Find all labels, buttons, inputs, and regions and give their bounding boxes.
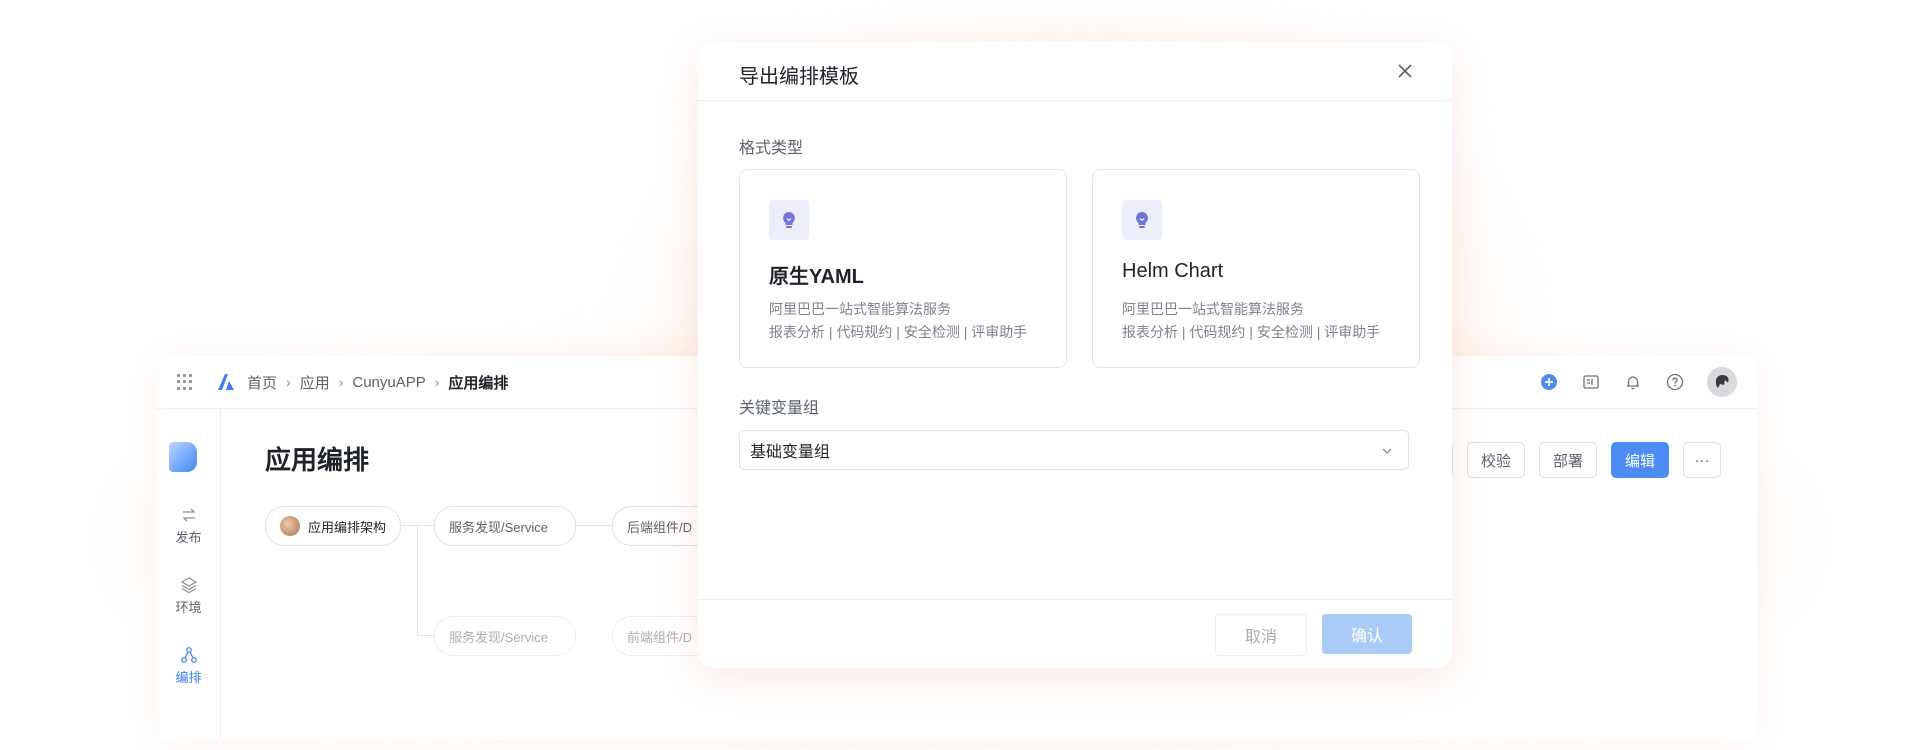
bulb-icon: [769, 200, 809, 240]
breadcrumb-current: 应用编排: [448, 374, 509, 392]
sidebar-item-label: 环境: [175, 600, 202, 615]
node-label: 后端组件/D: [627, 519, 693, 535]
logo-icon: [218, 374, 234, 390]
breadcrumb-home[interactable]: 首页: [247, 372, 277, 393]
document-icon[interactable]: [1581, 372, 1601, 392]
card-desc-line: 阿里巴巴一站式智能算法服务: [1122, 301, 1304, 317]
graph-node-service[interactable]: 服务发现/Service: [434, 506, 576, 546]
page-actions: 校验 部署 编辑 ···: [1445, 442, 1721, 478]
layers-icon: [180, 577, 197, 594]
breadcrumb-app[interactable]: 应用: [300, 372, 330, 393]
chevron-down-icon: [1382, 448, 1392, 454]
app-grid-icon[interactable]: [177, 374, 193, 390]
variable-group-select[interactable]: 基础变量组: [739, 430, 1409, 470]
add-circle-icon[interactable]: [1539, 372, 1559, 392]
sidebar-item-label: 发布: [175, 530, 202, 545]
validate-button[interactable]: 校验: [1466, 442, 1525, 478]
edit-button[interactable]: 编辑: [1610, 442, 1669, 478]
bulb-icon: [1122, 200, 1162, 240]
breadcrumb: 首页 › 应用 › CunyuAPP › 应用编排: [247, 372, 508, 393]
bell-icon[interactable]: [1623, 372, 1643, 392]
select-value: 基础变量组: [750, 444, 831, 461]
export-template-dialog: 导出编排模板 格式类型 原生YAML 阿里巴巴一站式智能算法服务 报表分析 | …: [698, 42, 1452, 668]
node-label: 服务发现/Service: [449, 519, 548, 535]
format-card-yaml[interactable]: 原生YAML 阿里巴巴一站式智能算法服务 报表分析 | 代码规约 | 安全检测 …: [739, 169, 1067, 368]
variable-group-label: 关键变量组: [739, 400, 820, 417]
user-avatar[interactable]: [1707, 367, 1737, 397]
breadcrumb-separator: ›: [338, 374, 344, 390]
page-title: 应用编排: [265, 445, 370, 475]
sidebar-item-release[interactable]: 发布: [157, 506, 220, 546]
swap-arrows-icon: [181, 508, 196, 522]
sidebar-item-orchestration[interactable]: 编排: [157, 646, 220, 686]
close-icon[interactable]: [1396, 62, 1414, 80]
card-desc-line: 报表分析 | 代码规约 | 安全检测 | 评审助手: [769, 324, 1028, 340]
card-description: 阿里巴巴一站式智能算法服务 报表分析 | 代码规约 | 安全检测 | 评审助手: [769, 298, 1027, 344]
graph-edge: [576, 525, 612, 526]
node-avatar: [280, 516, 300, 536]
project-logo: [169, 442, 197, 472]
card-desc-line: 报表分析 | 代码规约 | 安全检测 | 评审助手: [1122, 324, 1381, 340]
sidebar-item-environment[interactable]: 环境: [157, 576, 220, 616]
graph-edge: [417, 635, 434, 636]
top-right-toolbar: [1539, 356, 1737, 408]
sidebar-item-label: 编排: [175, 670, 202, 685]
format-card-helm[interactable]: Helm Chart 阿里巴巴一站式智能算法服务 报表分析 | 代码规约 | 安…: [1092, 169, 1420, 368]
card-description: 阿里巴巴一站式智能算法服务 报表分析 | 代码规约 | 安全检测 | 评审助手: [1122, 298, 1380, 344]
graph-node-service[interactable]: 服务发现/Service: [434, 616, 576, 656]
topology-icon: [180, 647, 197, 663]
node-label: 服务发现/Service: [449, 629, 548, 645]
dialog-title: 导出编排模板: [739, 66, 859, 88]
dialog-header: 导出编排模板: [698, 42, 1452, 101]
breadcrumb-separator: ›: [286, 374, 291, 390]
confirm-button[interactable]: 确认: [1322, 614, 1412, 654]
node-label: 应用编排架构: [307, 519, 386, 535]
breadcrumb-separator: ›: [434, 374, 440, 390]
node-label: 前端组件/D: [627, 629, 693, 645]
dialog-footer: 取消 确认: [698, 599, 1452, 668]
card-title: Helm Chart: [1122, 260, 1224, 282]
help-icon[interactable]: [1665, 372, 1685, 392]
breadcrumb-project[interactable]: CunyuAPP: [352, 374, 425, 391]
card-title: 原生YAML: [769, 266, 864, 288]
more-button[interactable]: ···: [1683, 442, 1721, 478]
graph-edge: [417, 525, 418, 635]
left-sidebar: 发布 环境 编排: [157, 408, 221, 740]
deploy-button[interactable]: 部署: [1538, 442, 1597, 478]
graph-root-node[interactable]: 应用编排架构: [265, 506, 401, 546]
format-type-label: 格式类型: [739, 140, 804, 157]
card-desc-line: 阿里巴巴一站式智能算法服务: [769, 301, 951, 317]
cancel-button[interactable]: 取消: [1215, 614, 1307, 656]
